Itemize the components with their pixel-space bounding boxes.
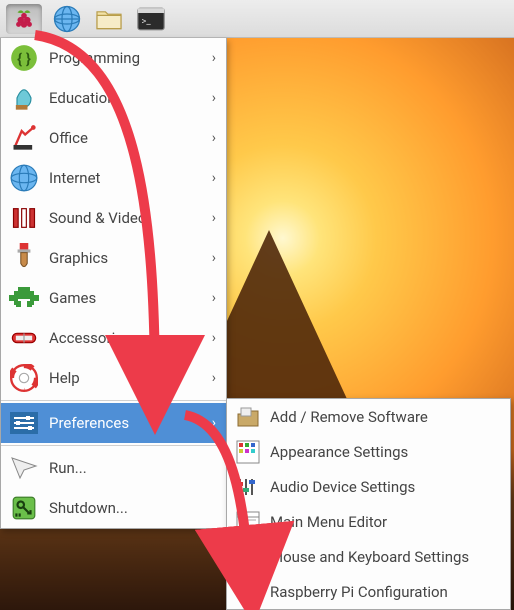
menu-item-internet[interactable]: Internet ›	[1, 158, 226, 198]
submenu-item-appearance-settings[interactable]: Appearance Settings	[227, 434, 510, 469]
folder-icon	[94, 7, 124, 31]
chevron-right-icon: ›	[212, 330, 216, 346]
menu-item-graphics[interactable]: Graphics ›	[1, 238, 226, 278]
menu-item-accessories[interactable]: Accessories ›	[1, 318, 226, 358]
education-icon	[9, 83, 39, 113]
submenu-item-raspberry-pi-configuration[interactable]: Raspberry Pi Configuration	[227, 574, 510, 609]
chevron-right-icon: ›	[212, 290, 216, 306]
chevron-right-icon: ›	[212, 90, 216, 106]
chevron-right-icon: ›	[212, 170, 216, 186]
menu-item-preferences[interactable]: Preferences ›	[1, 403, 226, 443]
menu-separator	[1, 400, 226, 401]
chevron-right-icon: ›	[212, 370, 216, 386]
preferences-submenu: Add / Remove Software Appearance Setting…	[226, 398, 511, 610]
office-icon	[9, 123, 39, 153]
file-manager-button[interactable]	[92, 4, 126, 34]
submenu-item-audio-device-settings[interactable]: Audio Device Settings	[227, 469, 510, 504]
mouse-keyboard-icon	[235, 544, 261, 570]
menu-item-programming[interactable]: { } Programming ›	[1, 38, 226, 78]
shutdown-icon	[9, 493, 39, 523]
accessories-icon	[9, 323, 39, 353]
menu-item-education[interactable]: Education ›	[1, 78, 226, 118]
menu-item-help[interactable]: Help ›	[1, 358, 226, 398]
globe-icon	[52, 4, 82, 34]
start-menu-button[interactable]	[6, 4, 42, 34]
menu-item-sound-video[interactable]: Sound & Video ›	[1, 198, 226, 238]
graphics-icon	[9, 243, 39, 273]
submenu-item-label: Mouse and Keyboard Settings	[270, 548, 469, 566]
menu-item-label: Programming	[49, 49, 140, 67]
chevron-right-icon: ›	[212, 130, 216, 146]
menu-item-label: Office	[49, 129, 88, 147]
web-browser-button[interactable]	[50, 4, 84, 34]
submenu-item-label: Audio Device Settings	[270, 478, 415, 496]
submenu-item-label: Appearance Settings	[270, 443, 408, 461]
audio-icon	[235, 474, 261, 500]
games-icon	[9, 283, 39, 313]
submenu-item-label: Raspberry Pi Configuration	[270, 583, 448, 601]
terminal-icon: >_	[136, 7, 166, 31]
menu-item-label: Sound & Video	[49, 209, 146, 227]
menu-item-shutdown[interactable]: Shutdown...	[1, 488, 226, 528]
help-icon	[9, 363, 39, 393]
terminal-button[interactable]: >_	[134, 4, 168, 34]
preferences-icon	[9, 408, 39, 438]
menu-item-label: Run...	[49, 459, 87, 477]
menu-item-label: Help	[49, 369, 80, 387]
menu-item-label: Games	[49, 289, 96, 307]
submenu-item-label: Main Menu Editor	[270, 513, 387, 531]
submenu-item-mouse-keyboard-settings[interactable]: Mouse and Keyboard Settings	[227, 539, 510, 574]
appearance-icon	[235, 439, 261, 465]
submenu-item-add-remove-software[interactable]: Add / Remove Software	[227, 399, 510, 434]
raspberry-pi-icon	[235, 579, 261, 605]
submenu-item-label: Add / Remove Software	[270, 408, 428, 426]
svg-text:>_: >_	[141, 15, 151, 26]
run-icon	[9, 453, 39, 483]
chevron-right-icon: ›	[212, 210, 216, 226]
programming-icon: { }	[9, 43, 39, 73]
internet-icon	[9, 163, 39, 193]
menu-item-label: Graphics	[49, 249, 108, 267]
menu-item-office[interactable]: Office ›	[1, 118, 226, 158]
taskbar: >_	[0, 0, 514, 38]
menu-item-label: Internet	[49, 169, 100, 187]
chevron-right-icon: ›	[212, 50, 216, 66]
menu-item-games[interactable]: Games ›	[1, 278, 226, 318]
raspberry-pi-icon	[11, 6, 37, 32]
main-menu: { } Programming › Education › Office › I…	[0, 38, 227, 529]
svg-text:{ }: { }	[17, 50, 31, 68]
submenu-item-main-menu-editor[interactable]: Main Menu Editor	[227, 504, 510, 539]
menu-item-label: Preferences	[49, 414, 129, 432]
menu-editor-icon	[235, 509, 261, 535]
menu-item-label: Accessories	[49, 329, 131, 347]
add-remove-icon	[235, 404, 261, 430]
menu-item-label: Shutdown...	[49, 499, 128, 517]
sound-video-icon	[9, 203, 39, 233]
menu-item-label: Education	[49, 89, 116, 107]
chevron-right-icon: ›	[212, 250, 216, 266]
menu-item-run[interactable]: Run...	[1, 448, 226, 488]
chevron-right-icon: ›	[212, 415, 216, 431]
menu-separator	[1, 445, 226, 446]
